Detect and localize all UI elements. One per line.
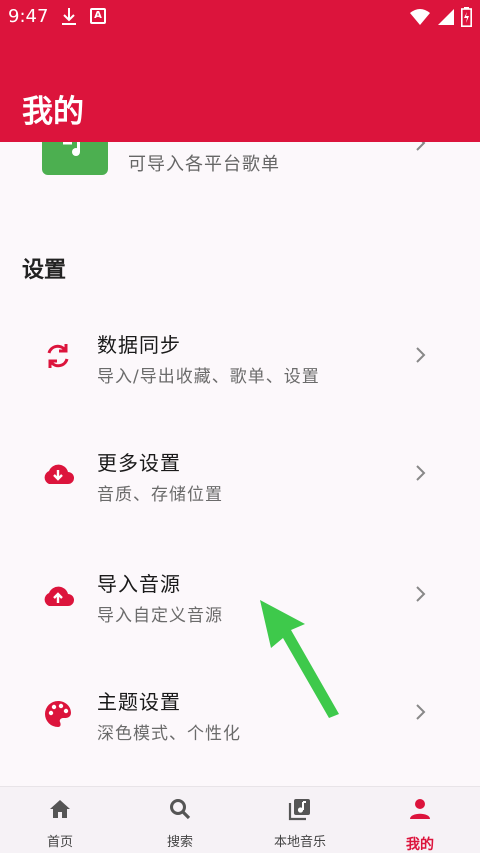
app-bar: 我的 — [0, 34, 480, 142]
sync-icon — [40, 338, 76, 374]
battery-icon — [461, 7, 472, 27]
nav-label: 我的 — [406, 837, 434, 853]
page-title: 我的 — [22, 94, 84, 130]
a-badge-icon: A — [90, 8, 106, 24]
chevron-right-icon — [416, 704, 426, 720]
nav-label: 搜索 — [166, 835, 193, 850]
settings-item-data-sync[interactable]: 数据同步 导入/导出收藏、歌单、设置 — [0, 303, 480, 413]
library-music-icon — [288, 799, 310, 821]
annotation-arrow-icon — [260, 600, 339, 718]
status-bar: 9:47 A — [0, 0, 480, 34]
status-time: 9:47 — [8, 6, 49, 27]
settings-item-more-settings[interactable]: 更多设置 音质、存储位置 — [0, 421, 480, 531]
signal-icon — [438, 9, 454, 25]
nav-item-search[interactable]: 搜索 — [120, 787, 240, 853]
bottom-nav: 首页 搜索 本地音乐 我的 — [0, 786, 480, 853]
cloud-download-icon — [40, 456, 76, 492]
settings-item-sub: 导入自定义音源 — [97, 606, 223, 626]
content-scroll[interactable]: 可导入各平台歌单 设置 数据同步 导入/导出收藏、歌单、设置 更多设置 音质、存… — [0, 142, 480, 786]
home-icon — [50, 800, 70, 818]
palette-icon — [40, 696, 76, 732]
settings-item-sub: 深色模式、个性化 — [97, 724, 241, 744]
settings-item-label: 更多设置 — [97, 451, 181, 475]
nav-item-local-music[interactable]: 本地音乐 — [240, 787, 360, 853]
chevron-right-icon — [416, 142, 426, 151]
settings-item-sub: 音质、存储位置 — [97, 485, 223, 505]
nav-label: 首页 — [46, 835, 73, 850]
chevron-right-icon — [416, 347, 426, 363]
nav-item-mine[interactable]: 我的 — [360, 787, 480, 853]
nav-label: 本地音乐 — [273, 835, 326, 850]
chevron-right-icon — [416, 465, 426, 481]
chevron-right-icon — [416, 586, 426, 602]
music-note-icon — [63, 142, 80, 156]
settings-item-label: 数据同步 — [97, 333, 181, 357]
nav-item-home[interactable]: 首页 — [0, 787, 120, 853]
cloud-upload-icon — [40, 578, 76, 614]
green-tile — [42, 142, 108, 175]
settings-item-label: 导入音源 — [97, 572, 181, 596]
settings-section-header: 设置 — [22, 258, 67, 283]
wifi-icon — [410, 9, 430, 25]
search-icon — [170, 799, 191, 820]
settings-item-label: 主题设置 — [97, 690, 181, 714]
settings-item-theme[interactable]: 主题设置 深色模式、个性化 — [0, 660, 480, 770]
download-icon — [62, 8, 76, 25]
settings-item-import-source[interactable]: 导入音源 导入自定义音源 — [0, 542, 480, 652]
settings-item-sub: 导入/导出收藏、歌单、设置 — [97, 367, 320, 387]
person-icon — [410, 799, 430, 819]
import-playlist-row[interactable]: 可导入各平台歌单 — [0, 142, 480, 184]
import-playlist-subtitle: 可导入各平台歌单 — [128, 154, 280, 175]
